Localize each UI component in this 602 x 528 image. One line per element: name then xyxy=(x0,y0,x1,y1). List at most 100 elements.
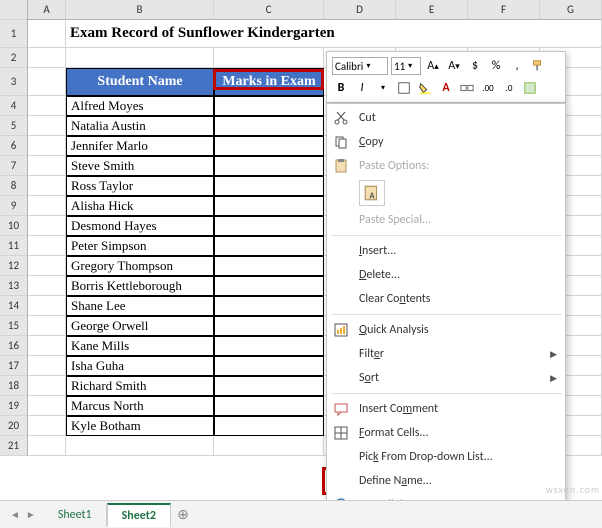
row-header[interactable]: 5 xyxy=(0,116,28,136)
menu-clear-contents[interactable]: Clear Contents xyxy=(327,287,565,311)
format-painter-icon[interactable] xyxy=(529,57,547,75)
row-header[interactable]: 17 xyxy=(0,356,28,376)
cell[interactable] xyxy=(28,416,66,436)
cell[interactable] xyxy=(28,116,66,136)
increase-font-icon[interactable]: A▴ xyxy=(424,57,442,75)
cell-marks[interactable] xyxy=(214,276,324,296)
menu-format-cells[interactable]: Format Cells... xyxy=(327,421,565,445)
cell-marks[interactable] xyxy=(214,236,324,256)
row-header[interactable]: 9 xyxy=(0,196,28,216)
tab-nav-next-icon[interactable]: ► xyxy=(26,508,36,521)
increase-decimal-icon[interactable]: .0 xyxy=(500,79,518,97)
row-header[interactable]: 10 xyxy=(0,216,28,236)
cell[interactable] xyxy=(28,196,66,216)
cell-student-name[interactable]: Alfred Moyes xyxy=(66,96,214,116)
cell[interactable] xyxy=(28,48,66,68)
decrease-decimal-icon[interactable]: .00 xyxy=(479,79,497,97)
row-header[interactable]: 2 xyxy=(0,48,28,68)
cell[interactable] xyxy=(28,316,66,336)
underline-icon[interactable]: ▾ xyxy=(374,79,392,97)
cell-marks[interactable] xyxy=(214,316,324,336)
cell-student-name[interactable]: Kyle Botham xyxy=(66,416,214,436)
currency-icon[interactable]: $ xyxy=(466,57,484,75)
cell-student-name[interactable]: Richard Smith xyxy=(66,376,214,396)
col-header-c[interactable]: C xyxy=(214,0,324,20)
cell-student-name[interactable]: Natalia Austin xyxy=(66,116,214,136)
cell-marks[interactable] xyxy=(214,176,324,196)
cell-student-name[interactable]: Gregory Thompson xyxy=(66,256,214,276)
row-header[interactable]: 13 xyxy=(0,276,28,296)
menu-sort[interactable]: Sort ▶ xyxy=(327,366,565,390)
col-header-g[interactable]: G xyxy=(540,0,602,20)
select-all-corner[interactable] xyxy=(0,0,28,20)
cell[interactable] xyxy=(214,48,324,68)
cell[interactable] xyxy=(28,96,66,116)
cell-marks[interactable] xyxy=(214,116,324,136)
cell[interactable] xyxy=(28,376,66,396)
row-header[interactable]: 11 xyxy=(0,236,28,256)
menu-insert-comment[interactable]: Insert Comment xyxy=(327,397,565,421)
row-header[interactable]: 15 xyxy=(0,316,28,336)
cell-marks[interactable] xyxy=(214,376,324,396)
cell-student-name[interactable]: Borris Kettleborough xyxy=(66,276,214,296)
row-header[interactable]: 16 xyxy=(0,336,28,356)
bold-icon[interactable]: B xyxy=(332,79,350,97)
fill-color-icon[interactable] xyxy=(416,79,434,97)
cell[interactable] xyxy=(28,20,66,48)
cell[interactable] xyxy=(28,276,66,296)
tab-sheet2[interactable]: Sheet2 xyxy=(107,503,171,527)
cell-student-name[interactable]: Jennifer Marlo xyxy=(66,136,214,156)
cell[interactable] xyxy=(28,296,66,316)
menu-copy[interactable]: Copy xyxy=(327,130,565,154)
menu-define-name[interactable]: Define Name... xyxy=(327,469,565,493)
row-header[interactable]: 18 xyxy=(0,376,28,396)
cell-marks[interactable] xyxy=(214,196,324,216)
row-header[interactable]: 20 xyxy=(0,416,28,436)
border-icon[interactable] xyxy=(395,79,413,97)
cell[interactable] xyxy=(28,336,66,356)
cell-student-name[interactable]: Ross Taylor xyxy=(66,176,214,196)
cell-marks[interactable] xyxy=(214,296,324,316)
cell[interactable] xyxy=(28,256,66,276)
cell[interactable] xyxy=(28,236,66,256)
cell[interactable] xyxy=(28,136,66,156)
table-header-marks[interactable]: Marks in Exam xyxy=(214,68,324,96)
cell[interactable] xyxy=(28,68,66,96)
cell-marks[interactable] xyxy=(214,96,324,116)
cell[interactable] xyxy=(28,156,66,176)
percent-icon[interactable]: % xyxy=(487,57,505,75)
cell-student-name[interactable]: Peter Simpson xyxy=(66,236,214,256)
cell[interactable] xyxy=(28,176,66,196)
cell-student-name[interactable]: George Orwell xyxy=(66,316,214,336)
cell[interactable] xyxy=(66,48,214,68)
cell-marks[interactable] xyxy=(214,416,324,436)
conditional-format-icon[interactable] xyxy=(521,79,539,97)
cell-marks[interactable] xyxy=(214,336,324,356)
row-header[interactable]: 21 xyxy=(0,436,28,456)
cell-student-name[interactable]: Shane Lee xyxy=(66,296,214,316)
menu-delete[interactable]: Delete... xyxy=(327,263,565,287)
font-selector[interactable]: Calibri▾ xyxy=(332,57,388,75)
cell[interactable] xyxy=(66,436,214,456)
cell-student-name[interactable]: Kane Mills xyxy=(66,336,214,356)
cell-student-name[interactable]: Isha Guha xyxy=(66,356,214,376)
cell[interactable] xyxy=(28,436,66,456)
cell-marks[interactable] xyxy=(214,216,324,236)
merge-icon[interactable] xyxy=(458,79,476,97)
col-header-b[interactable]: B xyxy=(66,0,214,20)
col-header-f[interactable]: F xyxy=(468,0,540,20)
menu-insert[interactable]: Insert... xyxy=(327,239,565,263)
cell-student-name[interactable]: Desmond Hayes xyxy=(66,216,214,236)
paste-option-all[interactable]: A xyxy=(359,180,385,206)
row-header[interactable]: 1 xyxy=(0,20,28,48)
cell-marks[interactable] xyxy=(214,136,324,156)
menu-cut[interactable]: Cut xyxy=(327,106,565,130)
cell-marks[interactable] xyxy=(214,396,324,416)
menu-paste-special[interactable]: Paste Special... xyxy=(327,208,565,232)
cell-student-name[interactable]: Alisha Hick xyxy=(66,196,214,216)
row-header[interactable]: 7 xyxy=(0,156,28,176)
italic-icon[interactable]: I xyxy=(353,79,371,97)
comma-icon[interactable]: , xyxy=(508,57,526,75)
row-header[interactable]: 8 xyxy=(0,176,28,196)
font-size-selector[interactable]: 11▾ xyxy=(391,57,421,75)
